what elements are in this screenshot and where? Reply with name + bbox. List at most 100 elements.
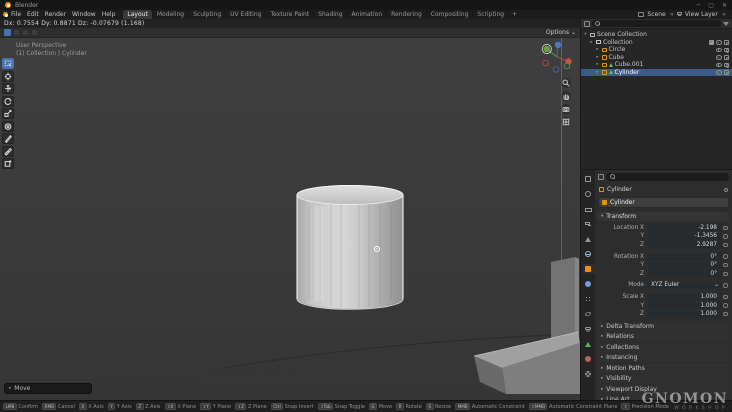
hide-eye-icon[interactable] — [715, 40, 722, 45]
disclosure-icon[interactable]: ▸ — [595, 47, 600, 52]
animate-decorator[interactable] — [722, 303, 729, 308]
menu-render[interactable]: Render — [42, 11, 69, 18]
menu-help[interactable]: Help — [99, 11, 119, 18]
exclude-checkbox[interactable] — [708, 39, 714, 45]
viewport-canvas[interactable]: User Perspective (1) Collection | Cylind… — [0, 38, 580, 400]
hide-eye-icon[interactable] — [715, 55, 722, 60]
add-workspace-button[interactable]: + — [509, 11, 520, 18]
tab-texture-paint[interactable]: Texture Paint — [266, 10, 315, 19]
outliner-row-circle[interactable]: ▸ Circle — [581, 46, 732, 54]
disable-render-icon[interactable] — [723, 70, 729, 75]
cursor-tool-icon[interactable] — [2, 70, 14, 82]
scene-name[interactable]: Scene — [646, 11, 666, 18]
view-layer-icon[interactable] — [676, 12, 682, 15]
scene-unlink-icon[interactable]: ✕ — [669, 12, 675, 18]
outliner-row-cube-001[interactable]: ▸ Cube.001 — [581, 61, 732, 69]
camera-view-icon[interactable] — [561, 104, 571, 114]
transform-section-header[interactable]: ▾ Transform — [598, 212, 729, 221]
location-y-input[interactable]: -1.3456 — [648, 232, 722, 240]
options-dropdown[interactable]: Options ⌄ — [546, 29, 576, 36]
output-tab[interactable] — [582, 204, 595, 214]
hide-eye-icon[interactable] — [715, 62, 722, 67]
gizmo-y-axis[interactable] — [543, 45, 550, 53]
modifiers-tab[interactable] — [582, 279, 595, 289]
hide-eye-icon[interactable] — [715, 47, 722, 52]
disclosure-icon[interactable]: ▸ — [595, 62, 600, 67]
hide-eye-icon[interactable] — [715, 70, 722, 75]
view-layer-name[interactable]: View Layer — [684, 11, 719, 18]
material-tab[interactable] — [582, 354, 595, 364]
animate-decorator[interactable] — [722, 283, 729, 288]
measure-tool-icon[interactable] — [2, 145, 14, 157]
outliner-row-cube[interactable]: ▸ Cube — [581, 54, 732, 62]
section-relations[interactable]: ▸ Relations — [598, 332, 729, 342]
disclosure-icon[interactable]: ▸ — [589, 40, 594, 45]
scene-render[interactable] — [0, 38, 580, 400]
gizmo-z-axis[interactable] — [554, 41, 562, 48]
tab-scripting[interactable]: Scripting — [473, 10, 510, 19]
select-box-tool-icon[interactable] — [2, 58, 14, 69]
transform-tool-icon[interactable] — [2, 120, 14, 132]
gizmo-z-neg[interactable] — [552, 66, 560, 73]
navigation-gizmo[interactable] — [540, 40, 574, 74]
tab-uv-editing[interactable]: UV Editing — [226, 10, 267, 19]
menu-file[interactable]: File — [8, 11, 24, 18]
redo-panel[interactable]: ▸ Move — [4, 383, 92, 394]
render-tab[interactable] — [582, 189, 595, 199]
tool-settings-icon-4[interactable] — [31, 29, 38, 36]
scale-tool-icon[interactable] — [2, 108, 14, 119]
menu-edit[interactable]: Edit — [24, 11, 42, 18]
disclosure-icon[interactable]: ▾ — [583, 32, 588, 37]
active-tool-icon[interactable] — [4, 29, 11, 36]
object-data-tab[interactable] — [582, 339, 595, 349]
outliner-search-input[interactable] — [592, 20, 721, 27]
maximize-button[interactable]: ▢ — [708, 2, 714, 9]
rotation-x-input[interactable]: 0° — [648, 252, 722, 261]
slab-mesh[interactable] — [473, 331, 580, 394]
rotation-mode-dropdown[interactable]: XYZ Euler ⌄ — [648, 281, 722, 289]
animate-decorator[interactable] — [722, 272, 729, 277]
animate-decorator[interactable] — [722, 226, 729, 231]
object-tab[interactable] — [581, 264, 595, 274]
location-z-input[interactable]: 2.9287 — [648, 241, 722, 249]
scale-y-input[interactable]: 1.000 — [648, 301, 722, 310]
disable-render-icon[interactable] — [723, 55, 729, 60]
location-x-input[interactable]: -2.198 — [648, 224, 722, 232]
outliner-row-collection[interactable]: ▸ Collection — [581, 39, 732, 47]
zoom-icon[interactable] — [561, 78, 571, 88]
disable-render-icon[interactable] — [723, 62, 729, 68]
section-visibility[interactable]: ▸ Visibility — [598, 374, 729, 384]
add-cube-tool-icon[interactable] — [2, 158, 14, 169]
section-instancing[interactable]: ▸ Instancing — [598, 353, 729, 363]
tab-rendering[interactable]: Rendering — [387, 10, 427, 19]
tool-settings-icon-3[interactable] — [22, 29, 29, 36]
animate-decorator[interactable] — [722, 234, 729, 239]
animate-decorator[interactable] — [722, 243, 729, 248]
disable-render-icon[interactable] — [723, 40, 729, 45]
disclosure-icon[interactable]: ▸ — [595, 70, 600, 75]
rotation-y-input[interactable]: 0° — [648, 261, 722, 269]
gizmo-x-neg[interactable] — [542, 59, 549, 67]
scale-z-input[interactable]: 1.000 — [648, 310, 722, 318]
tab-sculpting[interactable]: Sculpting — [189, 10, 227, 19]
gizmo-y-neg[interactable] — [563, 62, 571, 70]
animate-decorator[interactable] — [722, 295, 729, 300]
menu-window[interactable]: Window — [69, 11, 99, 18]
disclosure-icon[interactable]: ▸ — [595, 55, 600, 60]
rotation-z-input[interactable]: 0° — [648, 270, 722, 278]
scene-tab[interactable] — [582, 234, 595, 244]
texture-tab[interactable] — [582, 369, 595, 379]
close-button[interactable]: ✕ — [722, 2, 727, 9]
view-layer-tab[interactable] — [582, 219, 595, 229]
outliner-editor-icon[interactable] — [584, 20, 590, 27]
outliner-row-cylinder[interactable]: ▸ Cylinder — [581, 68, 732, 76]
blender-menu-icon[interactable] — [3, 12, 8, 17]
tool-settings-icon-2[interactable] — [13, 29, 20, 36]
tab-layout[interactable]: Layout — [123, 10, 153, 19]
pin-icon[interactable] — [724, 187, 728, 192]
section-collections[interactable]: ▸ Collections — [598, 342, 729, 352]
properties-editor-icon[interactable] — [598, 174, 604, 180]
browse-scene-icon[interactable] — [638, 12, 645, 17]
world-tab[interactable] — [582, 249, 595, 259]
section-motion-paths[interactable]: ▸ Motion Paths — [598, 363, 729, 373]
